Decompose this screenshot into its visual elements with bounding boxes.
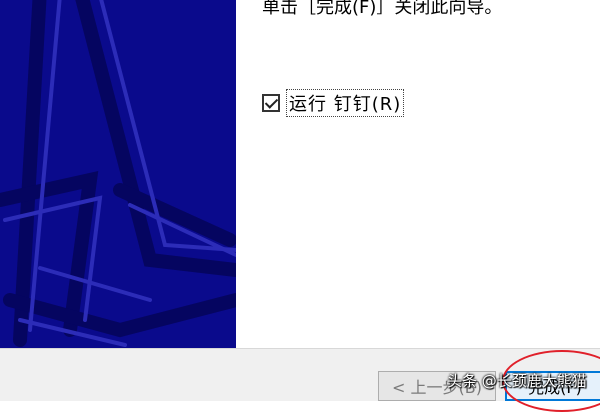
watermark: 头条 @长颈鹿大熊猫 <box>447 372 587 390</box>
run-dingtalk-checkbox[interactable] <box>262 94 280 112</box>
run-dingtalk-option[interactable]: 运行 钉钉(R) <box>262 89 405 117</box>
wizard-content: 单击［完成(F)］关闭此向导。 运行 钉钉(R) <box>236 0 600 348</box>
wizard-side-banner <box>0 0 236 348</box>
wizard-instruction: 单击［完成(F)］关闭此向导。 <box>262 0 503 18</box>
run-dingtalk-label[interactable]: 运行 钉钉(R) <box>286 89 405 117</box>
